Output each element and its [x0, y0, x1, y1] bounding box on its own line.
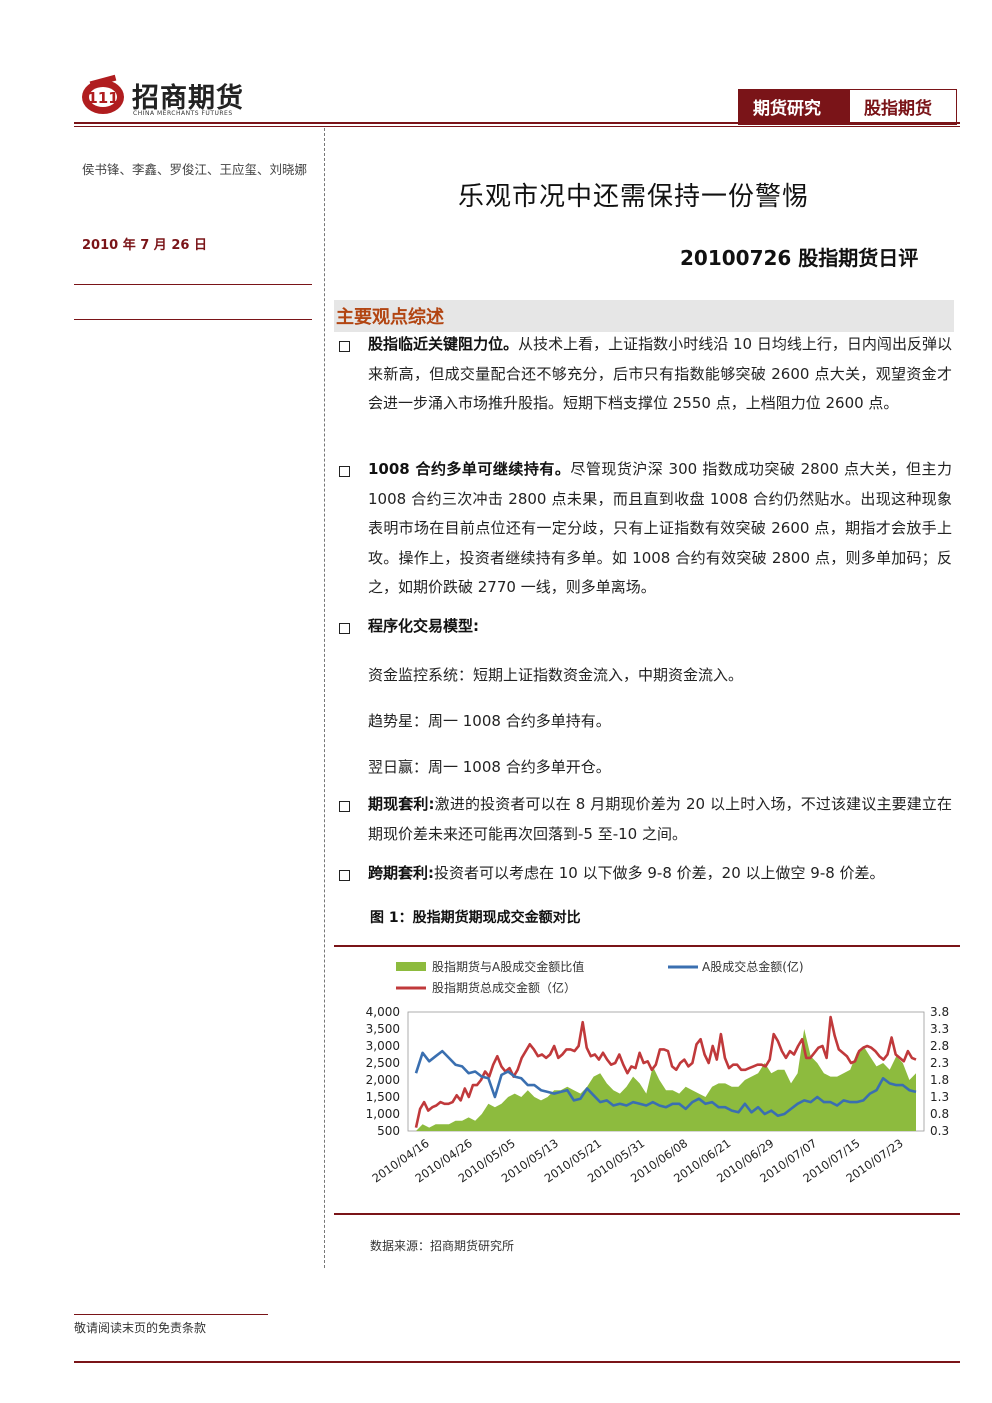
y-right-tick-label: 3.3	[930, 1022, 949, 1036]
figure-title: 图 1：股指期货期现成交金额对比	[370, 910, 581, 926]
y-right-tick-label: 1.8	[930, 1073, 949, 1087]
checkbox-bullet-icon	[339, 801, 350, 812]
y-left-tick-label: 1,000	[366, 1107, 400, 1121]
volume-comparison-chart: 股指期货与A股成交金额比值 A股成交总金额(亿) 股指期货总成交金额（亿） 4,000…	[366, 959, 949, 1185]
model-line: 资金监控系统：短期上证指数资金流入，中期资金流入。	[368, 666, 744, 684]
tag-futures-research[interactable]: 期货研究	[739, 90, 849, 124]
y-left-tick-label: 4,000	[366, 1005, 400, 1019]
point-text: 尽管现货沪深 300 指数成功突破 2800 点大关，但主力 1008 合约三次…	[368, 460, 952, 596]
column-divider	[324, 128, 325, 1268]
y-right-tick-label: 2.3	[930, 1056, 949, 1070]
point-lead: 股指临近关键阻力位。	[368, 335, 519, 353]
model-line: 翌日赢：周一 1008 合约多单开仓。	[368, 758, 611, 776]
report-subtitle: 20100726 股指期货日评	[680, 246, 919, 270]
category-tags: 期货研究 股指期货	[738, 89, 957, 125]
model-line: 趋势星：周一 1008 合约多单持有。	[368, 712, 611, 730]
page-title: 乐观市况中还需保持一份警惕	[458, 182, 810, 212]
figure-top-rule	[334, 945, 960, 947]
page-bottom-rule	[74, 1361, 960, 1363]
sidebar-rule	[74, 319, 312, 320]
point-item: 1008 合约多单可继续持有。尽管现货沪深 300 指数成功突破 2800 点大…	[368, 455, 952, 603]
authors: 侯书锋、李鑫、罗俊江、王应玺、刘晓娜	[82, 162, 308, 177]
logo-icon: 111	[80, 72, 126, 118]
y-left-tick-label: 500	[377, 1124, 400, 1138]
point-text: 投资者可以考虑在 10 以下做多 9-8 价差，20 以上做空 9-8 价差。	[434, 864, 885, 882]
point-lead: 跨期套利:	[368, 864, 434, 882]
checkbox-bullet-icon	[339, 623, 350, 634]
y-left-tick-label: 3,500	[366, 1022, 400, 1036]
y-right-tick-label: 0.8	[930, 1107, 949, 1121]
sidebar-rule	[74, 284, 312, 285]
legend-label-ratio: 股指期货与A股成交金额比值	[432, 959, 584, 974]
svg-text:111: 111	[87, 89, 118, 107]
footer-rule	[74, 1314, 268, 1315]
section-heading: 主要观点综述	[336, 307, 444, 328]
disclaimer-link[interactable]: 敬请阅读末页的免责条款	[74, 1319, 206, 1336]
header-divider	[74, 122, 960, 124]
tag-index-futures[interactable]: 股指期货	[849, 90, 956, 124]
checkbox-bullet-icon	[339, 466, 350, 477]
header-divider-thin	[74, 126, 960, 127]
figure-bottom-rule	[334, 1213, 960, 1215]
legend-label-a-share: A股成交总金额(亿)	[702, 959, 804, 974]
series-area-ratio	[416, 1029, 916, 1131]
figure-source: 数据来源：招商期货研究所	[370, 1239, 515, 1253]
point-lead: 1008 合约多单可继续持有。	[368, 460, 571, 478]
point-item: 跨期套利:投资者可以考虑在 10 以下做多 9-8 价差，20 以上做空 9-8…	[368, 859, 952, 889]
point-item: 期现套利:激进的投资者可以在 8 月期现价差为 20 以上时入场，不过该建议主要…	[368, 790, 952, 849]
report-date: 2010 年 7 月 26 日	[82, 238, 207, 253]
point-item: 股指临近关键阻力位。从技术上看，上证指数小时线沿 10 日均线上行，日内闯出反弹…	[368, 330, 952, 419]
legend-swatch-ratio	[396, 962, 426, 971]
y-right-tick-label: 3.8	[930, 1005, 949, 1019]
y-left-tick-label: 2,500	[366, 1056, 400, 1070]
point-item: 程序化交易模型:	[368, 612, 952, 642]
point-lead: 程序化交易模型:	[368, 617, 479, 635]
checkbox-bullet-icon	[339, 341, 350, 352]
y-left-tick-label: 3,000	[366, 1039, 400, 1053]
y-left-tick-label: 1,500	[366, 1090, 400, 1104]
logo-english: CHINA MERCHANTS FUTURES	[133, 110, 233, 117]
legend-label-futures: 股指期货总成交金额（亿）	[432, 980, 576, 995]
y-right-tick-label: 0.3	[930, 1124, 949, 1138]
point-lead: 期现套利:	[368, 795, 435, 813]
y-right-tick-label: 1.3	[930, 1090, 949, 1104]
y-right-tick-label: 2.8	[930, 1039, 949, 1053]
point-text: 激进的投资者可以在 8 月期现价差为 20 以上时入场，不过该建议主要建立在期现…	[368, 795, 952, 843]
y-left-tick-label: 2,000	[366, 1073, 400, 1087]
checkbox-bullet-icon	[339, 870, 350, 881]
